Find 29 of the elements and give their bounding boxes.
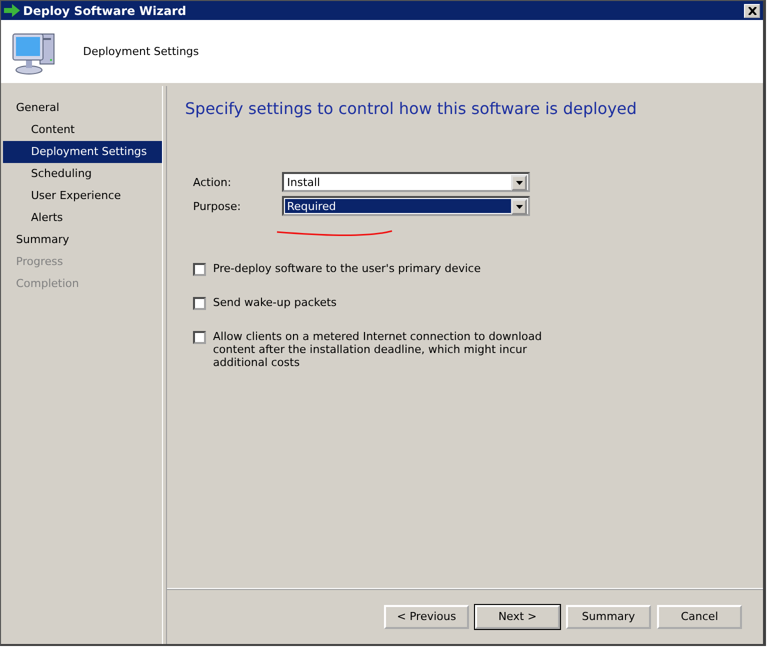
sidebar-item[interactable]: Content — [3, 119, 162, 141]
field-label: Purpose: — [193, 200, 242, 212]
sidebar-item[interactable]: User Experience — [3, 185, 162, 207]
wizard-button[interactable]: < Previous — [384, 604, 469, 628]
close-icon — [748, 6, 756, 14]
window-title: Deploy Software Wizard — [23, 4, 186, 18]
checkbox[interactable] — [193, 297, 206, 310]
dropdown-arrow-icon — [516, 181, 522, 185]
dropdown[interactable]: Install — [282, 172, 530, 192]
checkbox[interactable] — [193, 263, 206, 276]
sidebar-item[interactable]: Summary — [3, 229, 162, 251]
checkbox[interactable] — [193, 331, 206, 344]
page-title: Deployment Settings — [83, 45, 199, 58]
arrow-icon — [4, 4, 20, 17]
wizard-button[interactable]: Summary — [566, 604, 651, 628]
sidebar-item[interactable]: Alerts — [3, 207, 162, 229]
close-button[interactable] — [744, 4, 760, 18]
dropdown[interactable]: Required — [282, 196, 530, 216]
wizard-button[interactable]: Cancel — [657, 604, 742, 628]
checkbox-label: Send wake-up packets — [213, 296, 338, 309]
dropdown-arrow-icon — [516, 205, 522, 209]
wizard-button[interactable]: Next > — [475, 604, 560, 628]
page-heading: Specify settings to control how this software is deployed — [185, 99, 638, 118]
sidebar-item[interactable]: Scheduling — [3, 163, 162, 185]
checkbox-label: Allow clients on a metered Internet connection to download content after the installation deadline, which might incur additional costs — [213, 330, 543, 369]
checkbox-label: Pre-deploy software to the user's primary device — [213, 262, 482, 275]
sidebar-item[interactable]: Deployment Settings — [3, 141, 162, 163]
sidebar-item[interactable]: General — [3, 97, 162, 119]
field-label: Action: — [193, 176, 232, 188]
